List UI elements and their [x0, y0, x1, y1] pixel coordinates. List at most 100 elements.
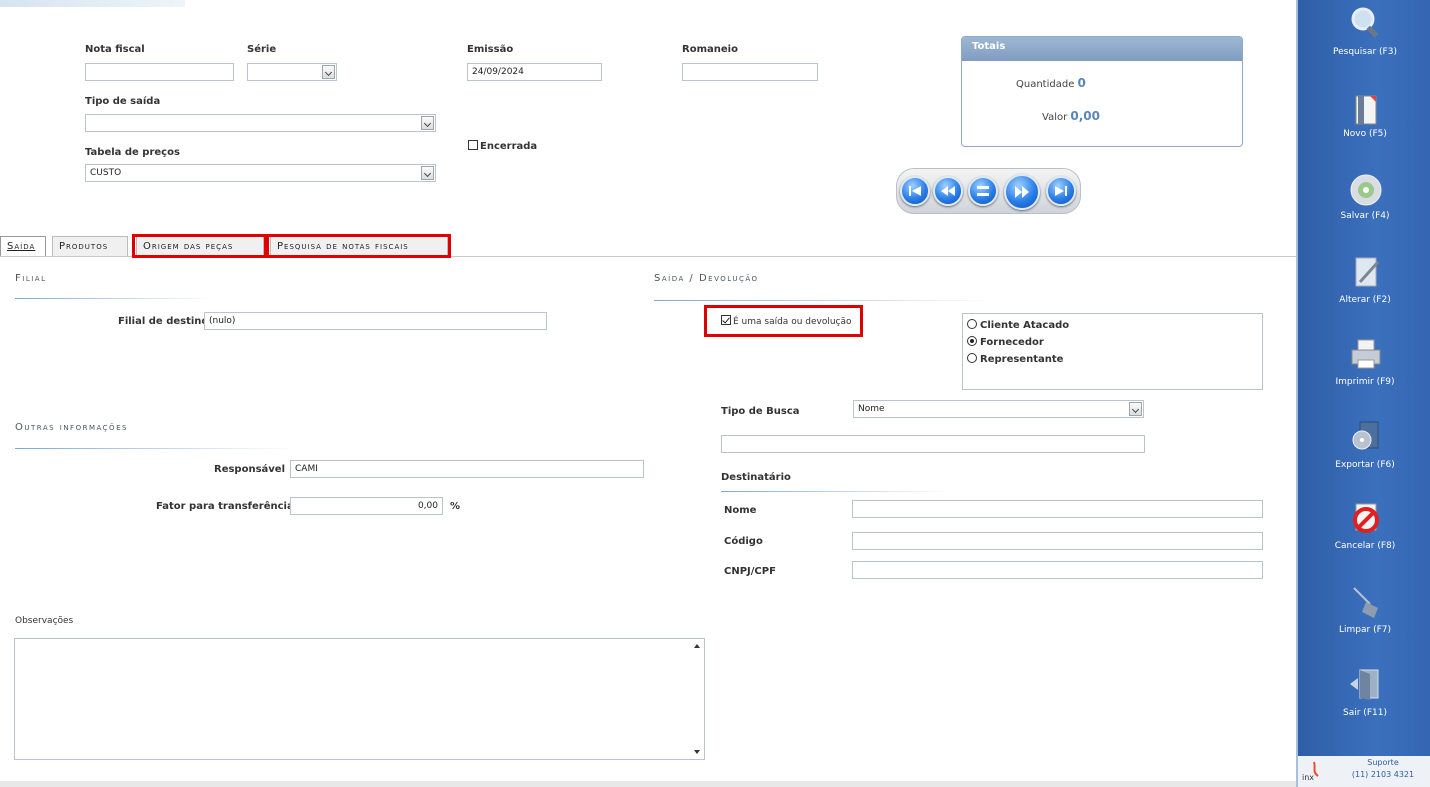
quantidade-value: 0 [1077, 76, 1086, 90]
exit-button[interactable]: Sair (F11) [1298, 708, 1430, 718]
emissao-input[interactable]: 24/09/2024 [467, 63, 602, 81]
broom-icon[interactable] [1348, 584, 1384, 620]
destinatario-type-group: Cliente Atacado Fornecedor Representante [962, 313, 1263, 390]
suporte-label: Suporte [1367, 758, 1399, 767]
magnifier-icon[interactable] [1348, 4, 1384, 40]
radio-icon[interactable] [967, 319, 977, 329]
export-button[interactable]: Exportar (F6) [1298, 460, 1430, 470]
filial-section-title: Filial [15, 273, 47, 284]
sidebar: Pesquisar (F3) Novo (F5) Salvar (F4) Alt… [1296, 0, 1430, 787]
first-icon[interactable] [900, 176, 930, 206]
new-button[interactable]: Novo (F5) [1298, 129, 1430, 139]
totais-panel: Totais Quantidade 0 Valor 0,00 [961, 36, 1243, 147]
tipo-saida-label: Tipo de saída [85, 96, 161, 107]
serie-select[interactable] [247, 63, 337, 81]
cnpj-label: CNPJ/CPF [724, 566, 776, 577]
export-icon[interactable] [1348, 418, 1384, 454]
next-icon[interactable] [1004, 174, 1040, 210]
radio-fornecedor[interactable]: Fornecedor [967, 336, 1044, 348]
chevron-down-icon[interactable] [421, 116, 434, 130]
romaneio-label: Romaneio [682, 44, 738, 55]
nome-input[interactable] [852, 500, 1263, 518]
scroll-arrows-icon[interactable] [690, 639, 704, 759]
inx-logo: inx [1302, 760, 1326, 784]
valor-row: Valor 0,00 [1042, 109, 1100, 123]
highlight-origem [132, 234, 267, 258]
romaneio-input[interactable] [682, 63, 818, 81]
tipo-busca-value: Nome [858, 404, 885, 414]
chevron-down-icon[interactable] [421, 166, 434, 180]
scrollbar[interactable] [690, 639, 704, 759]
tipo-saida-select[interactable] [85, 114, 436, 132]
observacoes-label: Observações [15, 616, 74, 626]
tab-produtos[interactable]: Produtos [52, 236, 128, 256]
cancel-button[interactable]: Cancelar (F8) [1298, 541, 1430, 551]
quantidade-row: Quantidade 0 [1016, 76, 1086, 90]
logo-strip [0, 0, 185, 7]
clear-button[interactable]: Limpar (F7) [1298, 625, 1430, 635]
nome-label: Nome [724, 505, 757, 516]
radio-cliente-label: Cliente Atacado [980, 320, 1070, 331]
nota-fiscal-label: Nota fiscal [85, 44, 145, 55]
emissao-label: Emissão [467, 44, 514, 55]
fator-unit: % [450, 501, 461, 512]
cnpj-input[interactable] [852, 561, 1263, 579]
search-button[interactable]: Pesquisar (F3) [1298, 47, 1430, 57]
radio-fornecedor-label: Fornecedor [980, 337, 1044, 348]
responsavel-input[interactable]: CAMI [290, 460, 644, 478]
filial-destino-label: Filial de destino [118, 316, 209, 327]
print-button[interactable]: Imprimir (F9) [1298, 377, 1430, 387]
checkbox-icon[interactable] [468, 140, 478, 150]
outras-divider [15, 448, 295, 449]
fator-label: Fator para transferência [156, 501, 294, 512]
responsavel-label: Responsável [214, 464, 286, 475]
busca-input[interactable] [721, 435, 1145, 453]
suporte-phone: (11) 2103 4321 [1351, 770, 1415, 779]
cancel-icon[interactable] [1348, 500, 1384, 536]
radio-representante-label: Representante [980, 354, 1064, 365]
save-button[interactable]: Salvar (F4) [1298, 211, 1430, 221]
tipo-busca-label: Tipo de Busca [721, 406, 800, 417]
saida-devolucao-divider [654, 300, 994, 301]
chevron-down-icon[interactable] [1129, 402, 1142, 416]
tabela-precos-label: Tabela de preços [85, 147, 180, 158]
destinatario-divider [721, 491, 951, 492]
new-document-icon[interactable] [1348, 92, 1384, 128]
chevron-down-icon[interactable] [322, 65, 335, 79]
suporte-footer: inx Suporte (11) 2103 4321 [1298, 756, 1430, 787]
outras-section-title: Outras informações [15, 422, 128, 433]
previous-icon[interactable] [933, 176, 963, 206]
highlight-pesquisa [266, 234, 451, 258]
filial-destino-input[interactable]: (nulo) [204, 312, 547, 330]
encerrada-checkbox[interactable]: Encerrada [468, 140, 537, 152]
serie-label: Série [247, 44, 277, 55]
fator-input[interactable]: 0,00 [290, 497, 443, 515]
observacoes-textarea[interactable] [14, 638, 705, 760]
filial-divider [15, 298, 215, 299]
valor-label: Valor [1042, 112, 1068, 123]
nota-fiscal-input[interactable] [85, 63, 234, 81]
tab-produtos-label: Produtos [59, 241, 109, 252]
last-icon[interactable] [1046, 176, 1076, 206]
list-icon[interactable] [968, 176, 998, 206]
highlight-checkbox [704, 305, 863, 337]
codigo-input[interactable] [852, 532, 1263, 550]
quantidade-label: Quantidade [1016, 79, 1075, 90]
exit-door-icon[interactable] [1348, 666, 1384, 702]
encerrada-label: Encerrada [480, 141, 538, 152]
printer-icon[interactable] [1348, 336, 1384, 372]
edit-button[interactable]: Alterar (F2) [1298, 295, 1430, 305]
valor-value: 0,00 [1070, 109, 1100, 123]
radio-selected-icon[interactable] [967, 336, 977, 346]
saida-devolucao-title: Saída / Devolução [654, 273, 759, 284]
edit-icon[interactable] [1348, 254, 1384, 290]
tab-saida[interactable]: Saída [0, 236, 46, 256]
tipo-busca-select[interactable]: Nome [853, 400, 1144, 418]
disk-icon[interactable] [1348, 172, 1384, 208]
radio-representante[interactable]: Representante [967, 353, 1063, 365]
tab-saida-label: Saída [7, 241, 36, 252]
codigo-label: Código [724, 536, 763, 547]
tabela-precos-select[interactable]: CUSTO [85, 164, 436, 182]
radio-icon[interactable] [967, 353, 977, 363]
radio-cliente-atacado[interactable]: Cliente Atacado [967, 319, 1069, 331]
